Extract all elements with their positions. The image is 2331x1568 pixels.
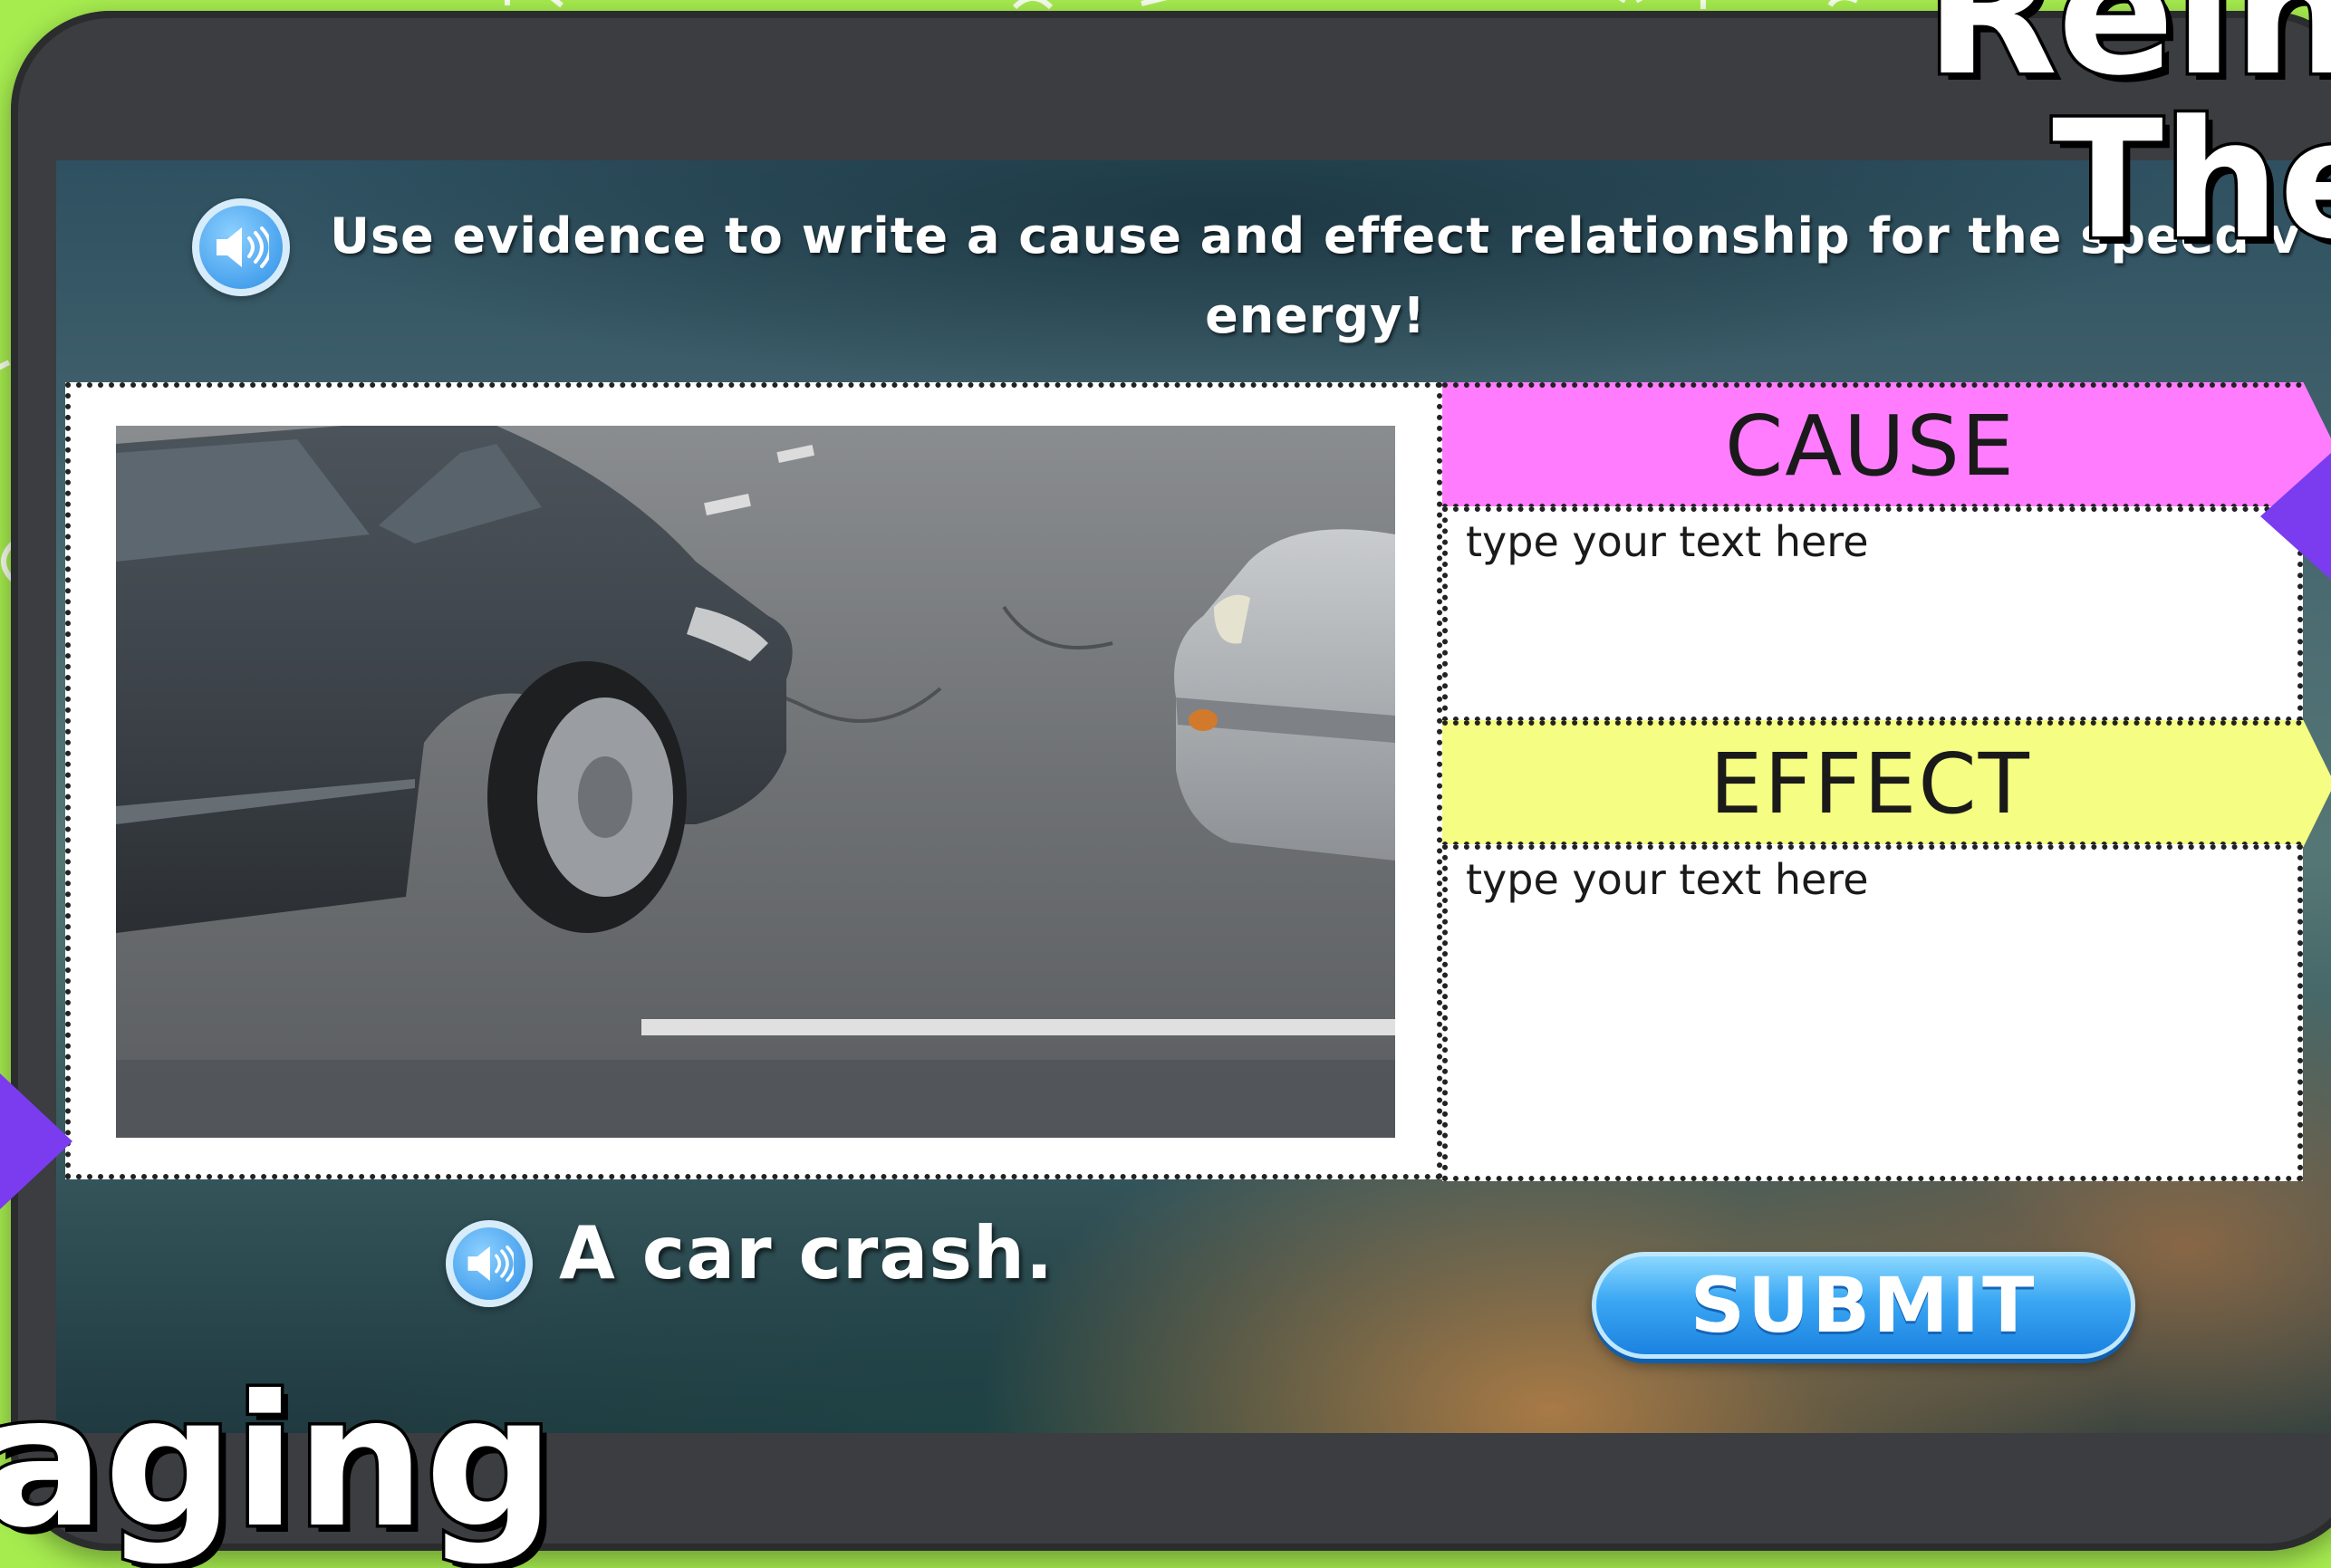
cause-header: CAUSE (1442, 382, 2331, 509)
tablet-frame: Use evidence to write a cause and effect… (11, 11, 2331, 1551)
cause-answer-box (1442, 506, 2303, 722)
car-crash-photo (116, 426, 1395, 1138)
photo-panel (65, 382, 1442, 1179)
caption-read-aloud-button[interactable] (446, 1220, 533, 1307)
effect-header: EFFECT (1442, 720, 2331, 847)
prompt-read-aloud-button[interactable] (192, 198, 290, 296)
promo-overlay-text-top-line2: The (2048, 86, 2331, 275)
photo-caption: A car crash. (559, 1211, 1055, 1295)
cause-input[interactable] (1466, 517, 2279, 711)
speaker-icon (199, 206, 283, 289)
cause-label: CAUSE (1724, 397, 2017, 495)
promo-overlay-text-top: Rein (1922, 0, 2331, 113)
effect-label: EFFECT (1710, 735, 2031, 832)
effect-answer-box (1442, 844, 2303, 1181)
activity-screen: Use evidence to write a cause and effect… (56, 160, 2331, 1433)
submit-button[interactable]: SUBMIT (1592, 1252, 2135, 1359)
activity-prompt: Use evidence to write a cause and effect… (330, 207, 2301, 344)
speaker-icon (453, 1227, 525, 1300)
submit-label: SUBMIT (1690, 1261, 2037, 1350)
promo-overlay-text-bottom: aging (0, 1357, 558, 1568)
effect-input[interactable] (1466, 855, 2279, 1170)
